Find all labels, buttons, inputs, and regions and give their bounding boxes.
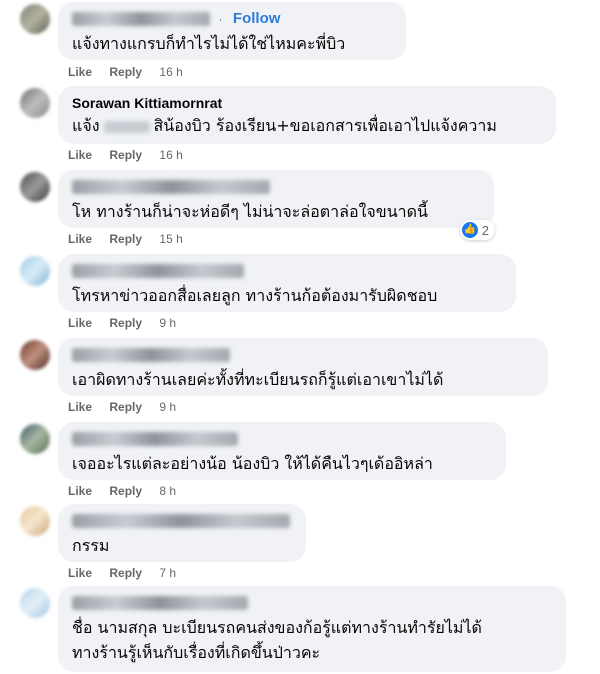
avatar[interactable] <box>20 4 50 34</box>
avatar[interactable] <box>20 506 50 536</box>
comment-author-row <box>72 512 290 530</box>
separator-dot: · <box>218 12 223 26</box>
comment-text: กรรม <box>72 536 110 555</box>
comment-timestamp[interactable]: 9 h <box>159 400 176 414</box>
avatar[interactable] <box>20 340 50 370</box>
avatar[interactable] <box>20 172 50 202</box>
comment-text: โห ทางร้านก็น่าจะห่อดีๆ ไม่น่าจะล่อตาล่อ… <box>72 202 428 221</box>
comment-actions: Like Reply 8 h <box>68 484 190 498</box>
comment-bubble: ชื่อ นามสกุล บะเบียนรถคนส่งของก้อรู้แต่ท… <box>58 586 566 672</box>
comment-author-row <box>72 178 270 196</box>
comment-bubble: โห ทางร้านก็น่าจะห่อดีๆ ไม่น่าจะล่อตาล่อ… <box>58 170 494 228</box>
comment-bubble: เอาผิดทางร้านเลยค่ะทั้งที่ทะเบียนรถก็รู้… <box>58 338 548 396</box>
avatar[interactable] <box>20 424 50 454</box>
blurred-author-name[interactable] <box>72 11 210 26</box>
comment-actions: Like Reply 9 h <box>68 316 190 330</box>
reply-button[interactable]: Reply <box>109 65 142 79</box>
comment-author-row <box>72 594 248 612</box>
reply-button[interactable]: Reply <box>109 316 142 330</box>
comment-bubble: เจออะไรแต่ละอย่างน้อ น้องบิว ให้ได้คืนไว… <box>58 422 506 480</box>
reply-button[interactable]: Reply <box>109 232 142 246</box>
blurred-author-name[interactable] <box>72 263 244 278</box>
blurred-author-name[interactable] <box>72 179 270 194</box>
thumbs-up-icon: 👍 <box>461 222 478 238</box>
comment-author-name[interactable]: Sorawan Kittiamornrat <box>72 95 222 111</box>
like-button[interactable]: Like <box>68 400 92 414</box>
avatar[interactable] <box>20 88 50 118</box>
comment-text-start: แจ้ง <box>72 116 100 135</box>
like-button[interactable]: Like <box>68 232 92 246</box>
reply-button[interactable]: Reply <box>109 148 142 162</box>
comment-text: แจ้งทางแกรบก็ทำไรไม่ได้ใช่ไหมคะพี่บิว <box>72 34 346 53</box>
blurred-author-name[interactable] <box>72 513 290 528</box>
comment-actions: Like Reply 7 h <box>68 566 190 580</box>
comment-text: เอาผิดทางร้านเลยค่ะทั้งที่ทะเบียนรถก็รู้… <box>72 370 444 389</box>
reply-button[interactable]: Reply <box>109 566 142 580</box>
comment-text: โทรหาข่าวออกสื่อเลยลูก ทางร้านก้อต้องมาร… <box>72 286 438 305</box>
comment-author-row <box>72 262 244 280</box>
blurred-author-name[interactable] <box>72 347 230 362</box>
comment-text: แจ้ง สิน้องบิว ร้องเรียน+ขอเอกสารเพื่อเอา… <box>72 114 497 138</box>
comment-text: เจออะไรแต่ละอย่างน้อ น้องบิว ให้ได้คืนไว… <box>72 454 433 473</box>
comment-author-row <box>72 430 238 448</box>
like-button[interactable]: Like <box>68 316 92 330</box>
comment-actions: Like Reply 16 h <box>68 148 197 162</box>
reply-button[interactable]: Reply <box>109 484 142 498</box>
comment-author-row: Sorawan Kittiamornrat <box>72 94 222 112</box>
like-button[interactable]: Like <box>68 566 92 580</box>
like-button[interactable]: Like <box>68 148 92 162</box>
comment-actions: Like Reply 15 h <box>68 232 197 246</box>
comment-text-end: สิน้องบิว ร้องเรียน+ขอเอกสารเพื่อเอาไปแจ… <box>153 116 497 135</box>
avatar[interactable] <box>20 256 50 286</box>
comment-author-row <box>72 346 230 364</box>
like-button[interactable]: Like <box>68 65 92 79</box>
reaction-count: 2 <box>481 222 489 238</box>
comment-timestamp[interactable]: 7 h <box>159 566 176 580</box>
like-button[interactable]: Like <box>68 484 92 498</box>
reaction-summary[interactable]: 👍 2 <box>459 220 495 240</box>
comment-actions: Like Reply 9 h <box>68 400 190 414</box>
blurred-author-name[interactable] <box>72 431 238 446</box>
comment-timestamp[interactable]: 8 h <box>159 484 176 498</box>
comment-text-line-1: ชื่อ นามสกุล บะเบียนรถคนส่งของก้อรู้แต่ท… <box>72 618 482 637</box>
comment-timestamp[interactable]: 16 h <box>159 148 182 162</box>
comment-timestamp[interactable]: 15 h <box>159 232 182 246</box>
comment-bubble: กรรม <box>58 504 306 562</box>
avatar[interactable] <box>20 588 50 618</box>
blurred-mention <box>103 120 150 133</box>
comment-bubble: · Follow แจ้งทางแกรบก็ทำไรไม่ได้ใช่ไหมคะ… <box>58 2 406 60</box>
comment-timestamp[interactable]: 9 h <box>159 316 176 330</box>
reply-button[interactable]: Reply <box>109 400 142 414</box>
comment-bubble: Sorawan Kittiamornrat แจ้ง สิน้องบิว ร้อง… <box>58 86 556 144</box>
blurred-author-name[interactable] <box>72 595 248 610</box>
follow-button[interactable]: Follow <box>233 10 281 27</box>
comment-bubble: โทรหาข่าวออกสื่อเลยลูก ทางร้านก้อต้องมาร… <box>58 254 516 312</box>
comment-author-row: · Follow <box>72 10 280 28</box>
comment-text-line-2: ทางร้านรู้เห็นกับเรื่องที่เกิดขึ้นป่าวคะ <box>72 643 321 662</box>
comment-actions: Like Reply 16 h <box>68 65 197 79</box>
comment-timestamp[interactable]: 16 h <box>159 65 182 79</box>
